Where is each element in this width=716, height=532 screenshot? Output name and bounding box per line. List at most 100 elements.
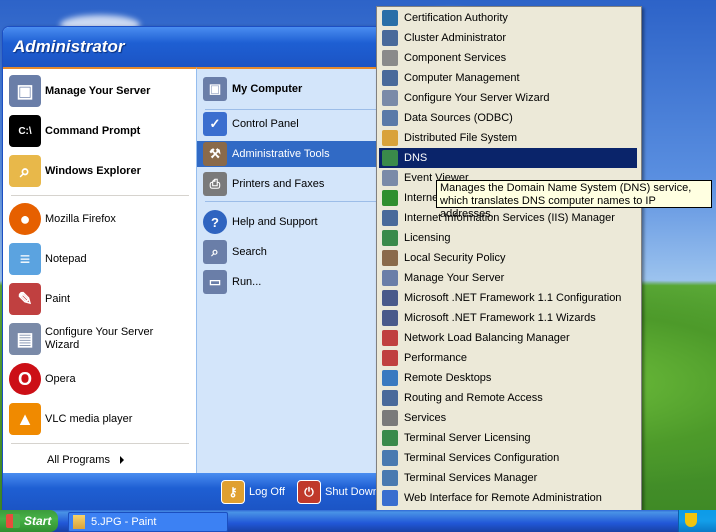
place-label: Run... (232, 276, 262, 288)
program-label: Opera (45, 372, 76, 385)
admin-tool-label: Internet Information Services (IIS) Mana… (404, 212, 615, 224)
program-notepad[interactable]: ≡ Notepad (9, 241, 191, 277)
admin-tool-label: Certification Authority (404, 12, 508, 24)
admin-tool-icon (382, 10, 398, 26)
admin-tool-item[interactable]: Terminal Server Licensing (379, 428, 637, 448)
admin-tool-icon (382, 410, 398, 426)
admin-tool-label: Routing and Remote Access (404, 392, 543, 404)
program-label: Paint (45, 292, 71, 305)
admin-tool-item[interactable]: Remote Desktops (379, 368, 637, 388)
user-name: Administrator (13, 37, 125, 56)
admin-tool-icon (382, 250, 398, 266)
start-button[interactable]: Start (0, 510, 58, 532)
admin-tool-item[interactable]: Microsoft .NET Framework 1.1 Configurati… (379, 288, 637, 308)
pinned-programs-panel: ▣ Manage Your Server C:\ Command Prompt … (3, 67, 196, 475)
place-search[interactable]: ⌕ Search (203, 239, 383, 265)
shut-down-button[interactable]: ⏻ Shut Down (297, 479, 379, 505)
admin-tool-item[interactable]: Performance (379, 348, 637, 368)
place-help-and-support[interactable]: ? Help and Support (203, 209, 383, 235)
admin-tool-icon (382, 190, 398, 206)
program-mozilla-firefox[interactable]: ● Mozilla Firefox (9, 201, 191, 237)
opera-icon: O (9, 363, 41, 395)
program-label: Manage Your Server (45, 84, 151, 97)
program-paint[interactable]: ✎ Paint (9, 281, 191, 317)
admin-tool-item[interactable]: Manage Your Server (379, 268, 637, 288)
admin-tool-item[interactable]: Distributed File System (379, 128, 637, 148)
admin-tool-item[interactable]: Services (379, 408, 637, 428)
admin-tool-label: DNS (404, 152, 428, 164)
printer-icon: ⎙ (203, 172, 227, 196)
admin-tool-item[interactable]: Cluster Administrator (379, 28, 637, 48)
admin-tool-item[interactable]: Certification Authority (379, 8, 637, 28)
log-off-button[interactable]: ⚷ Log Off (221, 479, 285, 505)
admin-tool-item[interactable]: Routing and Remote Access (379, 388, 637, 408)
admin-tool-label: Network Load Balancing Manager (404, 332, 570, 344)
admin-tool-label: Performance (404, 352, 467, 364)
admin-tool-item[interactable]: Internet Information Services (IIS) Mana… (379, 208, 637, 228)
program-label: Notepad (45, 252, 87, 265)
program-manage-your-server[interactable]: ▣ Manage Your Server (9, 73, 191, 109)
arrow-right-icon (119, 456, 124, 464)
place-run[interactable]: ▭ Run... (203, 269, 383, 295)
program-configure-your-server-wizard[interactable]: ▤ Configure Your Server Wizard (9, 321, 191, 357)
separator (11, 443, 189, 444)
program-label: Windows Explorer (45, 164, 141, 177)
admin-tool-item[interactable]: Terminal Services Manager (379, 468, 637, 488)
admin-tool-item[interactable]: Data Sources (ODBC) (379, 108, 637, 128)
place-label: Printers and Faxes (232, 178, 325, 190)
program-windows-explorer[interactable]: ⌕ Windows Explorer (9, 153, 191, 189)
admin-tool-icon (382, 310, 398, 326)
all-programs-button[interactable]: All Programs (47, 451, 147, 469)
admin-tool-item[interactable]: Component Services (379, 48, 637, 68)
admin-tool-icon (382, 130, 398, 146)
cmd-icon: C:\ (9, 115, 41, 147)
place-administrative-tools[interactable]: ⚒ Administrative Tools (197, 141, 391, 167)
paint-icon (73, 515, 85, 529)
program-vlc-media-player[interactable]: ▲ VLC media player (9, 401, 191, 437)
help-icon: ? (203, 210, 227, 234)
security-shield-icon[interactable] (685, 513, 697, 527)
admin-tool-item[interactable]: Local Security Policy (379, 248, 637, 268)
administrative-tools-submenu: Certification Authority Cluster Administr… (376, 6, 642, 532)
admin-tool-item[interactable]: Microsoft .NET Framework 1.1 Wizards (379, 308, 637, 328)
place-label: My Computer (232, 83, 303, 95)
key-icon: ⚷ (221, 480, 245, 504)
program-command-prompt[interactable]: C:\ Command Prompt (9, 113, 191, 149)
place-label: Administrative Tools (232, 148, 330, 160)
admin-tool-icon (382, 50, 398, 66)
dns-tooltip: Manages the Domain Name System (DNS) ser… (436, 180, 712, 220)
admin-tool-icon (382, 390, 398, 406)
firefox-icon: ● (9, 203, 41, 235)
admin-tool-item[interactable]: Web Interface for Remote Administration (379, 488, 637, 508)
control-panel-icon: ✓ (203, 112, 227, 136)
admin-tool-item[interactable]: DNS (379, 148, 637, 168)
admin-tool-item[interactable]: Terminal Services Configuration (379, 448, 637, 468)
all-programs-label: All Programs (47, 454, 110, 466)
admin-tool-label: Computer Management (404, 72, 520, 84)
start-menu: Administrator ▣ Manage Your Server C:\ C… (2, 26, 392, 512)
admin-tool-item[interactable]: Configure Your Server Wizard (379, 88, 637, 108)
program-label: Command Prompt (45, 124, 141, 137)
admin-tool-label: Remote Desktops (404, 372, 492, 384)
place-my-computer[interactable]: ▣ My Computer (203, 73, 383, 105)
program-opera[interactable]: O Opera (9, 361, 191, 397)
admin-tool-label: Distributed File System (404, 132, 518, 144)
place-control-panel[interactable]: ✓ Control Panel (203, 111, 383, 137)
admin-tool-item[interactable]: Licensing (379, 228, 637, 248)
place-printers-and-faxes[interactable]: ⎙ Printers and Faxes (203, 171, 383, 197)
admin-tool-icon (382, 330, 398, 346)
taskbar-button-paint[interactable]: 5.JPG - Paint (68, 512, 228, 532)
place-label: Control Panel (232, 118, 299, 130)
admin-tool-icon (382, 110, 398, 126)
admin-tool-label: Configure Your Server Wizard (404, 92, 550, 104)
admin-tool-icon (382, 450, 398, 466)
admin-tool-item[interactable]: Computer Management (379, 68, 637, 88)
admin-tool-item[interactable]: Network Load Balancing Manager (379, 328, 637, 348)
admin-tool-label: Local Security Policy (404, 252, 506, 264)
wizard-icon: ▤ (9, 323, 41, 355)
power-icon: ⏻ (297, 480, 321, 504)
admin-tool-label: Terminal Services Configuration (404, 452, 560, 464)
places-panel: ▣ My Computer ✓ Control Panel ⚒ Administ… (196, 67, 391, 475)
admin-tool-label: Microsoft .NET Framework 1.1 Configurati… (404, 292, 622, 304)
admin-tool-icon (382, 30, 398, 46)
